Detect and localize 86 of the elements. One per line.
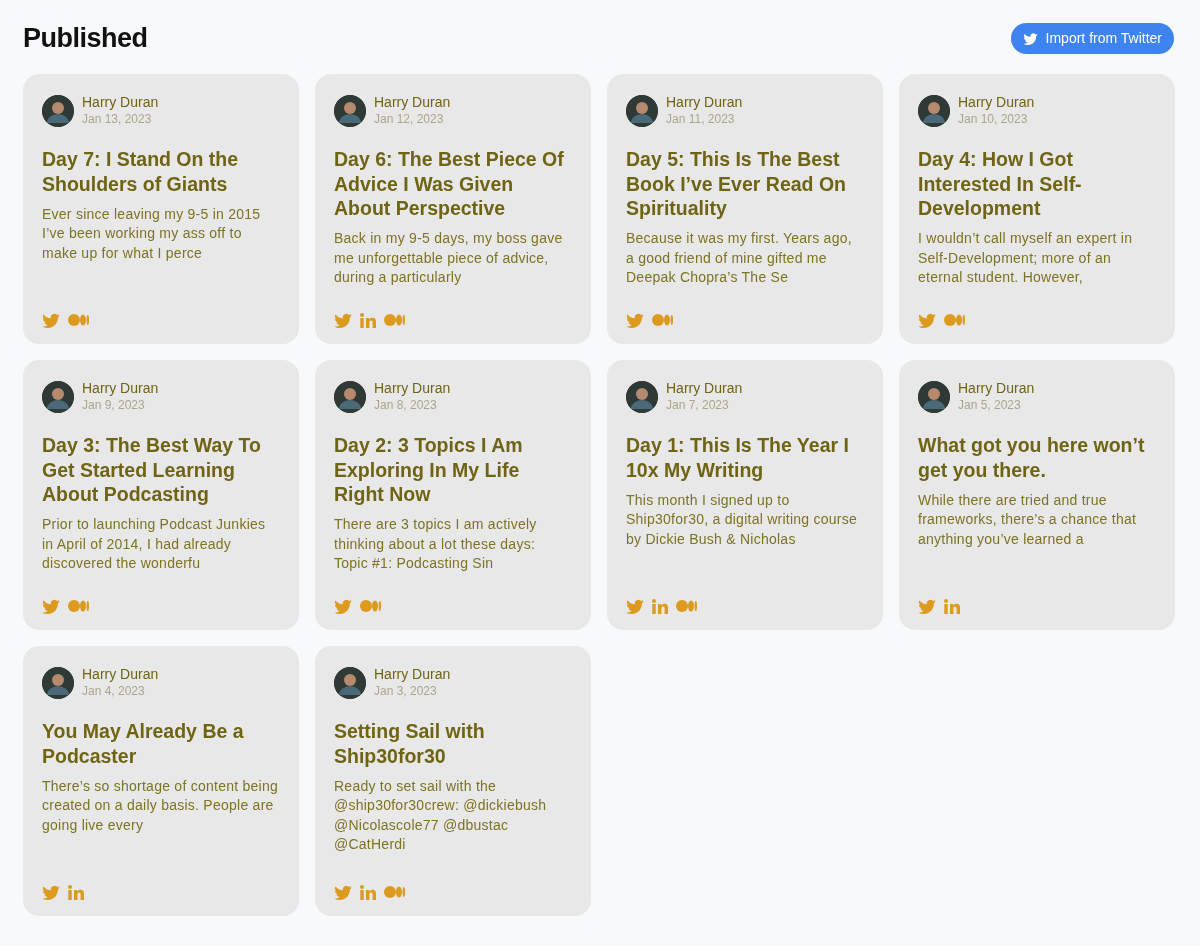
post-card[interactable]: Harry Duran Jan 10, 2023 Day 4: How I Got Interested In Self-Development I wouldn’t call myself an expert in Self-Development; more of an eternal student. However, — [899, 74, 1175, 345]
post-card[interactable]: Harry Duran Jan 8, 2023 Day 2: 3 Topics I Am Exploring In My Life Right Now There are 3 topics I am actively thinking about a lot these days: Topic #1: Podcasting Sin — [315, 360, 591, 631]
post-date: Jan 8, 2023 — [374, 397, 438, 414]
post-card[interactable]: Harry Duran Jan 13, 2023 Day 7: I Stand On the Shoulders of Giants Ever since leaving my 9-5 in 2015 I’ve been working my ass off to make up for what I perce — [23, 74, 299, 345]
post-title: What got you here won’t get you there. — [918, 433, 1146, 482]
import-button[interactable]: Import from Twitter — [1010, 22, 1174, 54]
author-name: Harry Duran — [374, 666, 451, 684]
linkedin-icon[interactable] — [68, 884, 84, 900]
post-title: Day 2: 3 Topics I Am Exploring In My Life Right Now — [334, 433, 524, 507]
bird-icon[interactable] — [918, 598, 936, 615]
post-date: Jan 13, 2023 — [82, 111, 153, 128]
post-date: Jan 12, 2023 — [374, 111, 445, 128]
post-excerpt: I wouldn’t call myself an expert in Self-Development; more of an eternal student. However, — [918, 229, 1134, 288]
post-title: You May Already Be a Podcaster — [42, 719, 245, 768]
post-date: Jan 7, 2023 — [666, 397, 730, 414]
author-name: Harry Duran — [82, 380, 159, 398]
medium-icon[interactable] — [68, 314, 89, 327]
author-name: Harry Duran — [374, 380, 451, 398]
medium-icon[interactable] — [68, 600, 89, 613]
post-excerpt: There’s so shortage of content being created on a daily basis. People are going live every — [42, 777, 279, 835]
post-card[interactable]: Harry Duran Jan 3, 2023 Setting Sail with Ship30for30 Ready to set sail with the @ship30for30crew: @dickiebush @Nicolascole77 @dbustac @CatHerdi — [315, 646, 591, 917]
medium-icon[interactable] — [944, 314, 965, 327]
avatar — [918, 380, 950, 413]
author-name: Harry Duran — [82, 94, 159, 112]
post-excerpt: Back in my 9-5 days, my boss gave me unforgettable piece of advice, during a particularly — [334, 229, 564, 288]
medium-icon[interactable] — [384, 886, 405, 899]
post-excerpt: Because it was my first. Years ago, a good friend of mine gifted me Deepak Chopra’s The Se — [626, 229, 853, 288]
post-excerpt: Prior to launching Podcast Junkies in April of 2014, I had already discovered the wonderfu — [42, 515, 267, 574]
post-card[interactable]: Harry Duran Jan 4, 2023 You May Already Be a Podcaster There’s so shortage of content being created on a daily basis. People are going live every — [23, 646, 299, 917]
post-excerpt: While there are tried and true frameworks, there’s a chance that anything you’ve learned a — [918, 491, 1138, 549]
post-date: Jan 11, 2023 — [666, 111, 736, 128]
post-card[interactable]: Harry Duran Jan 11, 2023 Day 5: This Is The Best Book I’ve Ever Read On Spirituality Because it was my first. Years ago, a good friend of mine gifted me Deepak Chopra’s The Se — [607, 74, 883, 345]
bird-icon[interactable] — [334, 312, 352, 329]
bird-icon[interactable] — [42, 598, 60, 615]
bird-icon[interactable] — [42, 312, 60, 329]
post-excerpt: There are 3 topics I am actively thinking about a lot these days: Topic #1: Podcasting Sin — [334, 515, 538, 574]
bird-icon[interactable] — [626, 312, 644, 329]
post-date: Jan 9, 2023 — [82, 397, 146, 414]
post-date: Jan 3, 2023 — [374, 683, 438, 700]
linkedin-icon[interactable] — [652, 598, 668, 614]
bird-icon[interactable] — [626, 598, 644, 615]
post-title: Day 4: How I Got Interested In Self-Development — [918, 147, 1083, 221]
avatar — [334, 666, 366, 699]
twitter-bird-icon — [1022, 31, 1038, 45]
avatar — [626, 94, 658, 127]
author-name: Harry Duran — [82, 666, 159, 684]
post-date: Jan 10, 2023 — [958, 111, 1029, 128]
medium-icon[interactable] — [676, 600, 697, 613]
bird-icon[interactable] — [334, 598, 352, 615]
bird-icon[interactable] — [918, 312, 936, 329]
post-excerpt: Ready to set sail with the @ship30for30crew: @dickiebush @Nicolascole77 @dbustac @CatHerdi — [334, 777, 548, 855]
avatar — [42, 94, 74, 127]
avatar — [626, 380, 658, 413]
author-name: Harry Duran — [374, 94, 451, 112]
post-card[interactable]: Harry Duran Jan 5, 2023 What got you here won’t get you there. While there are tried and true frameworks, there’s a chance that anything you’ve learned a — [899, 360, 1175, 631]
medium-icon[interactable] — [652, 314, 673, 327]
post-title: Day 7: I Stand On the Shoulders of Giants — [42, 147, 240, 196]
avatar — [334, 94, 366, 127]
bird-icon[interactable] — [334, 884, 352, 901]
post-card[interactable]: Harry Duran Jan 7, 2023 Day 1: This Is The Year I 10x My Writing This month I signed up to Ship30for30, a digital writing course by Dickie Bush & Nicholas — [607, 360, 883, 631]
post-excerpt: Ever since leaving my 9-5 in 2015 I’ve been working my ass off to make up for what I perce — [42, 205, 262, 263]
post-date: Jan 5, 2023 — [958, 397, 1022, 414]
medium-icon[interactable] — [384, 314, 405, 327]
post-title: Setting Sail with Ship30for30 — [334, 719, 486, 768]
post-excerpt: This month I signed up to Ship30for30, a digital writing course by Dickie Bush & Nicholas — [626, 491, 859, 549]
post-title: Day 5: This Is The Best Book I’ve Ever Read On Spirituality — [626, 147, 847, 221]
post-title: Day 1: This Is The Year I 10x My Writing — [626, 433, 850, 482]
page-title: Published — [23, 22, 148, 55]
linkedin-icon[interactable] — [944, 598, 960, 614]
author-name: Harry Duran — [958, 94, 1035, 112]
avatar — [918, 94, 950, 127]
post-card[interactable]: Harry Duran Jan 12, 2023 Day 6: The Best Piece Of Advice I Was Given About Perspective Back in my 9-5 days, my boss gave me unforgettable piece of advice, during a particularly — [315, 74, 591, 345]
avatar — [42, 380, 74, 413]
avatar — [42, 666, 74, 699]
post-card[interactable]: Harry Duran Jan 9, 2023 Day 3: The Best Way To Get Started Learning About Podcasting Prior to launching Podcast Junkies in April of 2014, I had already discovered the wonderfu — [23, 360, 299, 631]
linkedin-icon[interactable] — [360, 312, 376, 328]
medium-icon[interactable] — [360, 600, 381, 613]
post-date: Jan 4, 2023 — [82, 683, 146, 700]
post-title: Day 3: The Best Way To Get Started Learning About Podcasting — [42, 433, 262, 507]
author-name: Harry Duran — [666, 94, 743, 112]
author-name: Harry Duran — [666, 380, 743, 398]
linkedin-icon[interactable] — [360, 884, 376, 900]
bird-icon[interactable] — [42, 884, 60, 901]
author-name: Harry Duran — [958, 380, 1035, 398]
post-title: Day 6: The Best Piece Of Advice I Was Given About Perspective — [334, 147, 565, 221]
avatar — [334, 380, 366, 413]
